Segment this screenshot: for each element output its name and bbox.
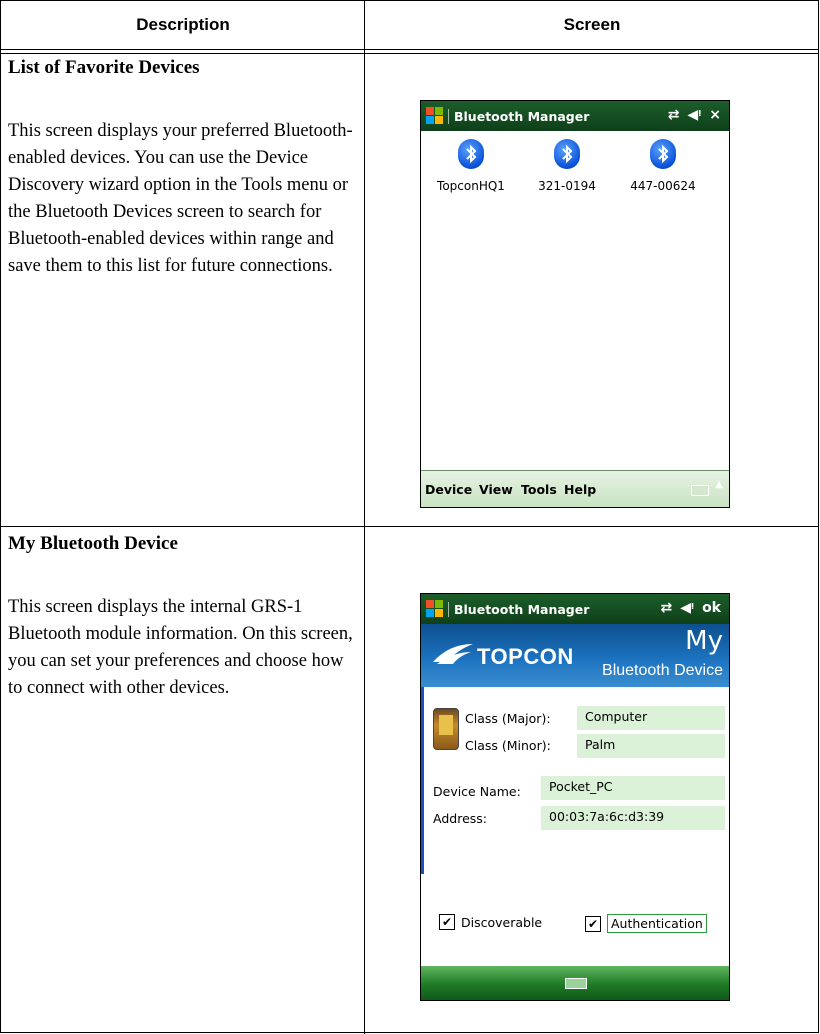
my-device-screenshot: Bluetooth Manager ⇄ ◀ᵎ ok TOPCON My Blue… <box>420 593 730 1001</box>
windows-start-icon[interactable] <box>426 600 444 618</box>
device-name-field[interactable]: Pocket_PC <box>541 776 725 800</box>
title-bar: Bluetooth Manager ⇄ ◀ᵎ × <box>421 101 729 131</box>
softkey-bar <box>421 966 729 1000</box>
volume-icon[interactable]: ◀ᵎ <box>687 107 701 123</box>
device-name: 447-00624 <box>630 179 696 193</box>
address-label: Address: <box>433 811 487 826</box>
volume-icon[interactable]: ◀ᵎ <box>680 600 694 616</box>
header-divider-double <box>1 53 819 54</box>
scroll-edge <box>421 687 424 874</box>
row-title-my-device: My Bluetooth Device <box>8 533 178 554</box>
authentication-label: Authentication <box>607 914 707 933</box>
row-title-favorites: List of Favorite Devices <box>8 57 200 78</box>
title-bar: Bluetooth Manager ⇄ ◀ᵎ ok <box>421 594 729 624</box>
address-value: 00:03:7a:6c:d3:39 <box>541 806 725 830</box>
brand-name: TOPCON <box>477 644 574 669</box>
windows-start-icon[interactable] <box>426 107 444 125</box>
row-divider <box>1 526 819 527</box>
device-name: TopconHQ1 <box>437 179 505 193</box>
class-minor-value: Palm <box>577 734 725 758</box>
authentication-checkbox[interactable]: ✔ Authentication <box>585 914 707 933</box>
keyboard-icon[interactable] <box>691 485 709 496</box>
menu-bar: Device View Tools Help ▲ <box>421 470 729 507</box>
class-major-value: Computer <box>577 706 725 730</box>
caret-up-icon[interactable]: ▲ <box>715 479 723 490</box>
header-divider <box>1 49 819 50</box>
row-body-my-device: This screen displays the internal GRS-1 … <box>8 597 353 698</box>
checkbox-checked-icon[interactable]: ✔ <box>439 914 455 930</box>
column-divider <box>364 1 365 1034</box>
bluetooth-icon <box>554 139 580 169</box>
discoverable-label: Discoverable <box>461 914 543 930</box>
device-name: 321-0194 <box>538 179 596 193</box>
title-separator <box>448 109 449 124</box>
banner-my: My <box>685 626 723 656</box>
menu-help[interactable]: Help <box>564 482 596 497</box>
menu-tools[interactable]: Tools <box>521 482 557 497</box>
discoverable-checkbox[interactable]: ✔ Discoverable <box>439 914 542 930</box>
device-item[interactable]: 321-0194 <box>527 139 607 193</box>
title-status-icons: ⇄ ◀ᵎ × <box>668 107 721 123</box>
class-minor-label: Class (Minor): <box>465 738 551 753</box>
device-name-label: Device Name: <box>433 784 521 799</box>
device-item[interactable]: 447-00624 <box>623 139 703 193</box>
topcon-logo-icon <box>433 644 473 664</box>
app-title: Bluetooth Manager <box>454 602 590 617</box>
close-icon[interactable]: × <box>709 107 721 123</box>
connectivity-icon[interactable]: ⇄ <box>660 600 672 616</box>
banner-subtitle: Bluetooth Device <box>602 662 723 679</box>
keyboard-icon[interactable] <box>565 978 587 989</box>
bluetooth-icon <box>650 139 676 169</box>
favorites-screenshot: Bluetooth Manager ⇄ ◀ᵎ × TopconHQ1 321-0… <box>420 100 730 508</box>
device-item[interactable]: TopconHQ1 <box>431 139 511 193</box>
header-screen: Screen <box>563 15 621 34</box>
pda-device-icon <box>433 708 459 750</box>
title-status-icons: ⇄ ◀ᵎ ok <box>660 600 721 616</box>
title-separator <box>448 602 449 617</box>
topcon-banner: TOPCON My Bluetooth Device <box>421 624 729 687</box>
header-description: Description <box>136 15 230 34</box>
app-title: Bluetooth Manager <box>454 109 590 124</box>
menu-device[interactable]: Device <box>425 482 472 497</box>
menu-view[interactable]: View <box>479 482 513 497</box>
checkbox-checked-icon[interactable]: ✔ <box>585 915 601 932</box>
bluetooth-icon <box>458 139 484 169</box>
connectivity-icon[interactable]: ⇄ <box>668 107 680 123</box>
row-body-favorites: This screen displays your preferred Blue… <box>8 121 353 276</box>
ok-button[interactable]: ok <box>702 600 721 616</box>
class-major-label: Class (Major): <box>465 711 551 726</box>
